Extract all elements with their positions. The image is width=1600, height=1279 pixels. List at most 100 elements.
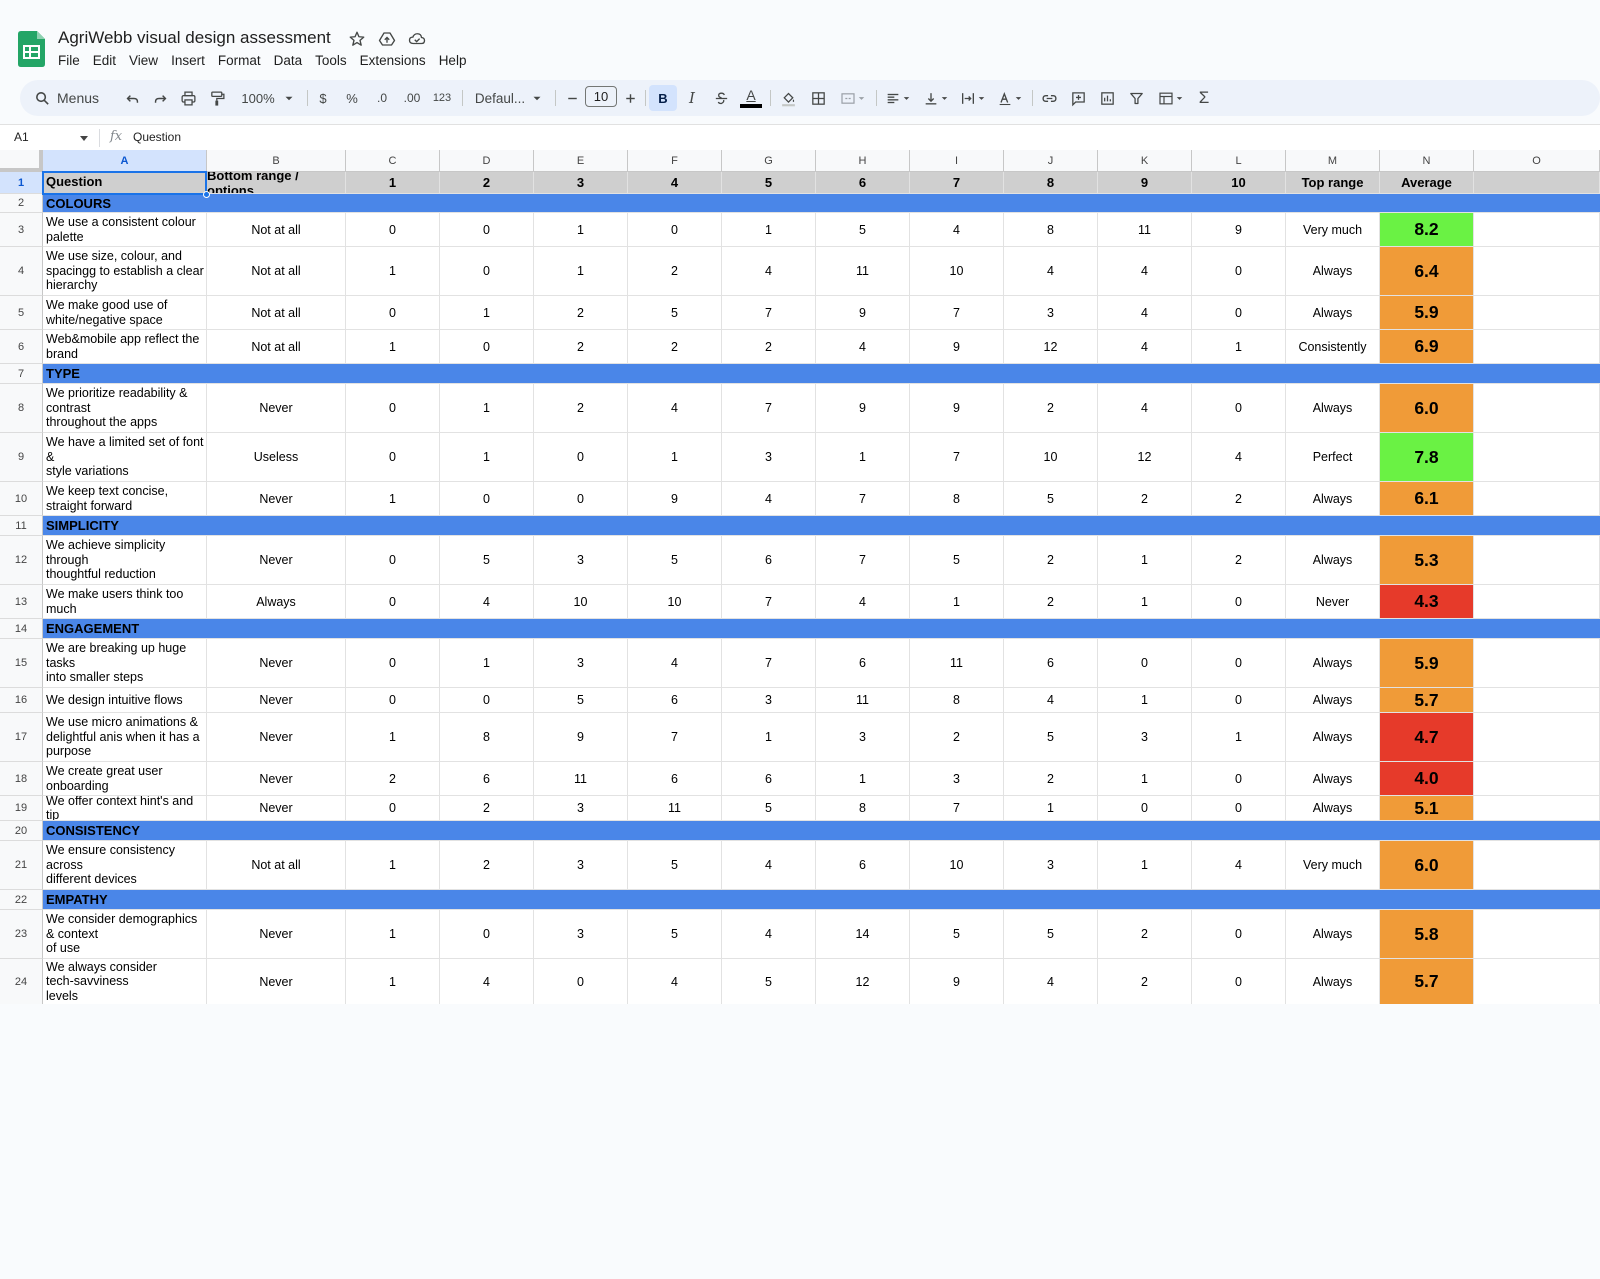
- empty-cell[interactable]: [1474, 796, 1600, 821]
- bottom-range-cell[interactable]: Never: [207, 384, 346, 433]
- header-cell-empty[interactable]: [1474, 172, 1600, 194]
- row-header[interactable]: 12: [0, 536, 43, 585]
- score-count-cell[interactable]: 1: [1098, 841, 1192, 890]
- score-count-cell[interactable]: 4: [440, 959, 534, 1005]
- menu-format[interactable]: Format: [218, 53, 261, 68]
- document-title[interactable]: AgriWebb visual design assessment: [58, 28, 331, 48]
- column-header-i[interactable]: I: [910, 150, 1004, 172]
- empty-cell[interactable]: [1474, 959, 1600, 1005]
- undo-button[interactable]: [120, 80, 144, 116]
- average-cell[interactable]: 5.9: [1380, 296, 1474, 330]
- empty-cell[interactable]: [1474, 330, 1600, 364]
- top-range-cell[interactable]: Consistently: [1286, 330, 1380, 364]
- score-count-cell[interactable]: 3: [910, 762, 1004, 796]
- score-count-cell[interactable]: 4: [1004, 688, 1098, 713]
- column-header-n[interactable]: N: [1380, 150, 1474, 172]
- row-header[interactable]: 2: [0, 194, 43, 213]
- empty-cell[interactable]: [1474, 482, 1600, 516]
- score-count-cell[interactable]: 0: [346, 384, 440, 433]
- score-count-cell[interactable]: 2: [534, 384, 628, 433]
- bottom-range-cell[interactable]: Never: [207, 639, 346, 688]
- score-count-cell[interactable]: 10: [1004, 433, 1098, 482]
- score-count-cell[interactable]: 0: [1192, 296, 1286, 330]
- score-count-cell[interactable]: 1: [1192, 330, 1286, 364]
- score-count-cell[interactable]: 6: [816, 841, 910, 890]
- percent-format-button[interactable]: %: [342, 80, 362, 116]
- top-range-cell[interactable]: Always: [1286, 762, 1380, 796]
- column-header-a[interactable]: A: [43, 150, 207, 172]
- score-count-cell[interactable]: 2: [1004, 384, 1098, 433]
- row-header[interactable]: 13: [0, 585, 43, 619]
- empty-cell[interactable]: [1474, 713, 1600, 762]
- score-count-cell[interactable]: 1: [1098, 688, 1192, 713]
- score-count-cell[interactable]: 8: [910, 482, 1004, 516]
- score-count-cell[interactable]: 9: [816, 384, 910, 433]
- question-cell[interactable]: We offer context hint's and tip: [43, 796, 207, 821]
- question-cell[interactable]: We use a consistent colour palette: [43, 213, 207, 247]
- score-count-cell[interactable]: 2: [1004, 536, 1098, 585]
- score-count-cell[interactable]: 1: [346, 910, 440, 959]
- score-count-cell[interactable]: 4: [1098, 330, 1192, 364]
- score-count-cell[interactable]: 2: [440, 841, 534, 890]
- question-cell[interactable]: We ensure consistency across different d…: [43, 841, 207, 890]
- score-count-cell[interactable]: 1: [910, 585, 1004, 619]
- score-count-cell[interactable]: 0: [1192, 585, 1286, 619]
- top-range-cell[interactable]: Always: [1286, 688, 1380, 713]
- header-cell[interactable]: 9: [1098, 172, 1192, 194]
- empty-cell[interactable]: [1474, 762, 1600, 796]
- score-count-cell[interactable]: 3: [534, 796, 628, 821]
- score-count-cell[interactable]: 0: [1192, 247, 1286, 296]
- column-header-c[interactable]: C: [346, 150, 440, 172]
- bottom-range-cell[interactable]: Never: [207, 536, 346, 585]
- row-header[interactable]: 5: [0, 296, 43, 330]
- average-cell[interactable]: 6.0: [1380, 384, 1474, 433]
- score-count-cell[interactable]: 7: [910, 296, 1004, 330]
- score-count-cell[interactable]: 11: [816, 688, 910, 713]
- score-count-cell[interactable]: 7: [722, 384, 816, 433]
- question-cell[interactable]: We make good use of white/negative space: [43, 296, 207, 330]
- empty-cell[interactable]: [1474, 384, 1600, 433]
- score-count-cell[interactable]: 0: [440, 213, 534, 247]
- average-cell[interactable]: 8.2: [1380, 213, 1474, 247]
- score-count-cell[interactable]: 0: [346, 296, 440, 330]
- empty-cell[interactable]: [1474, 841, 1600, 890]
- question-cell[interactable]: We are breaking up huge tasks into small…: [43, 639, 207, 688]
- row-header[interactable]: 23: [0, 910, 43, 959]
- empty-cell[interactable]: [1474, 433, 1600, 482]
- menu-tools[interactable]: Tools: [315, 53, 347, 68]
- score-count-cell[interactable]: 4: [722, 247, 816, 296]
- score-count-cell[interactable]: 9: [910, 330, 1004, 364]
- score-count-cell[interactable]: 4: [1098, 296, 1192, 330]
- row-header[interactable]: 14: [0, 619, 43, 639]
- column-header-m[interactable]: M: [1286, 150, 1380, 172]
- empty-cell[interactable]: [1474, 585, 1600, 619]
- score-count-cell[interactable]: 2: [1098, 959, 1192, 1005]
- score-count-cell[interactable]: 1: [1192, 713, 1286, 762]
- question-cell[interactable]: We design intuitive flows: [43, 688, 207, 713]
- average-cell[interactable]: 6.9: [1380, 330, 1474, 364]
- score-count-cell[interactable]: 8: [910, 688, 1004, 713]
- score-count-cell[interactable]: 0: [440, 247, 534, 296]
- score-count-cell[interactable]: 4: [722, 841, 816, 890]
- score-count-cell[interactable]: 2: [1004, 585, 1098, 619]
- category-row[interactable]: CONSISTENCY: [43, 821, 1600, 841]
- create-filter-button[interactable]: [1124, 80, 1148, 116]
- empty-cell[interactable]: [1474, 688, 1600, 713]
- score-count-cell[interactable]: 4: [628, 384, 722, 433]
- score-count-cell[interactable]: 9: [910, 959, 1004, 1005]
- score-count-cell[interactable]: 5: [1004, 713, 1098, 762]
- column-header-d[interactable]: D: [440, 150, 534, 172]
- score-count-cell[interactable]: 6: [440, 762, 534, 796]
- score-count-cell[interactable]: 10: [628, 585, 722, 619]
- score-count-cell[interactable]: 7: [722, 296, 816, 330]
- currency-format-button[interactable]: $: [313, 80, 333, 116]
- row-header[interactable]: 16: [0, 688, 43, 713]
- score-count-cell[interactable]: 6: [628, 688, 722, 713]
- score-count-cell[interactable]: 1: [346, 841, 440, 890]
- score-count-cell[interactable]: 4: [816, 330, 910, 364]
- row-header[interactable]: 1: [0, 172, 43, 194]
- score-count-cell[interactable]: 1: [346, 959, 440, 1005]
- row-header[interactable]: 22: [0, 890, 43, 910]
- score-count-cell[interactable]: 2: [1004, 762, 1098, 796]
- menu-data[interactable]: Data: [274, 53, 303, 68]
